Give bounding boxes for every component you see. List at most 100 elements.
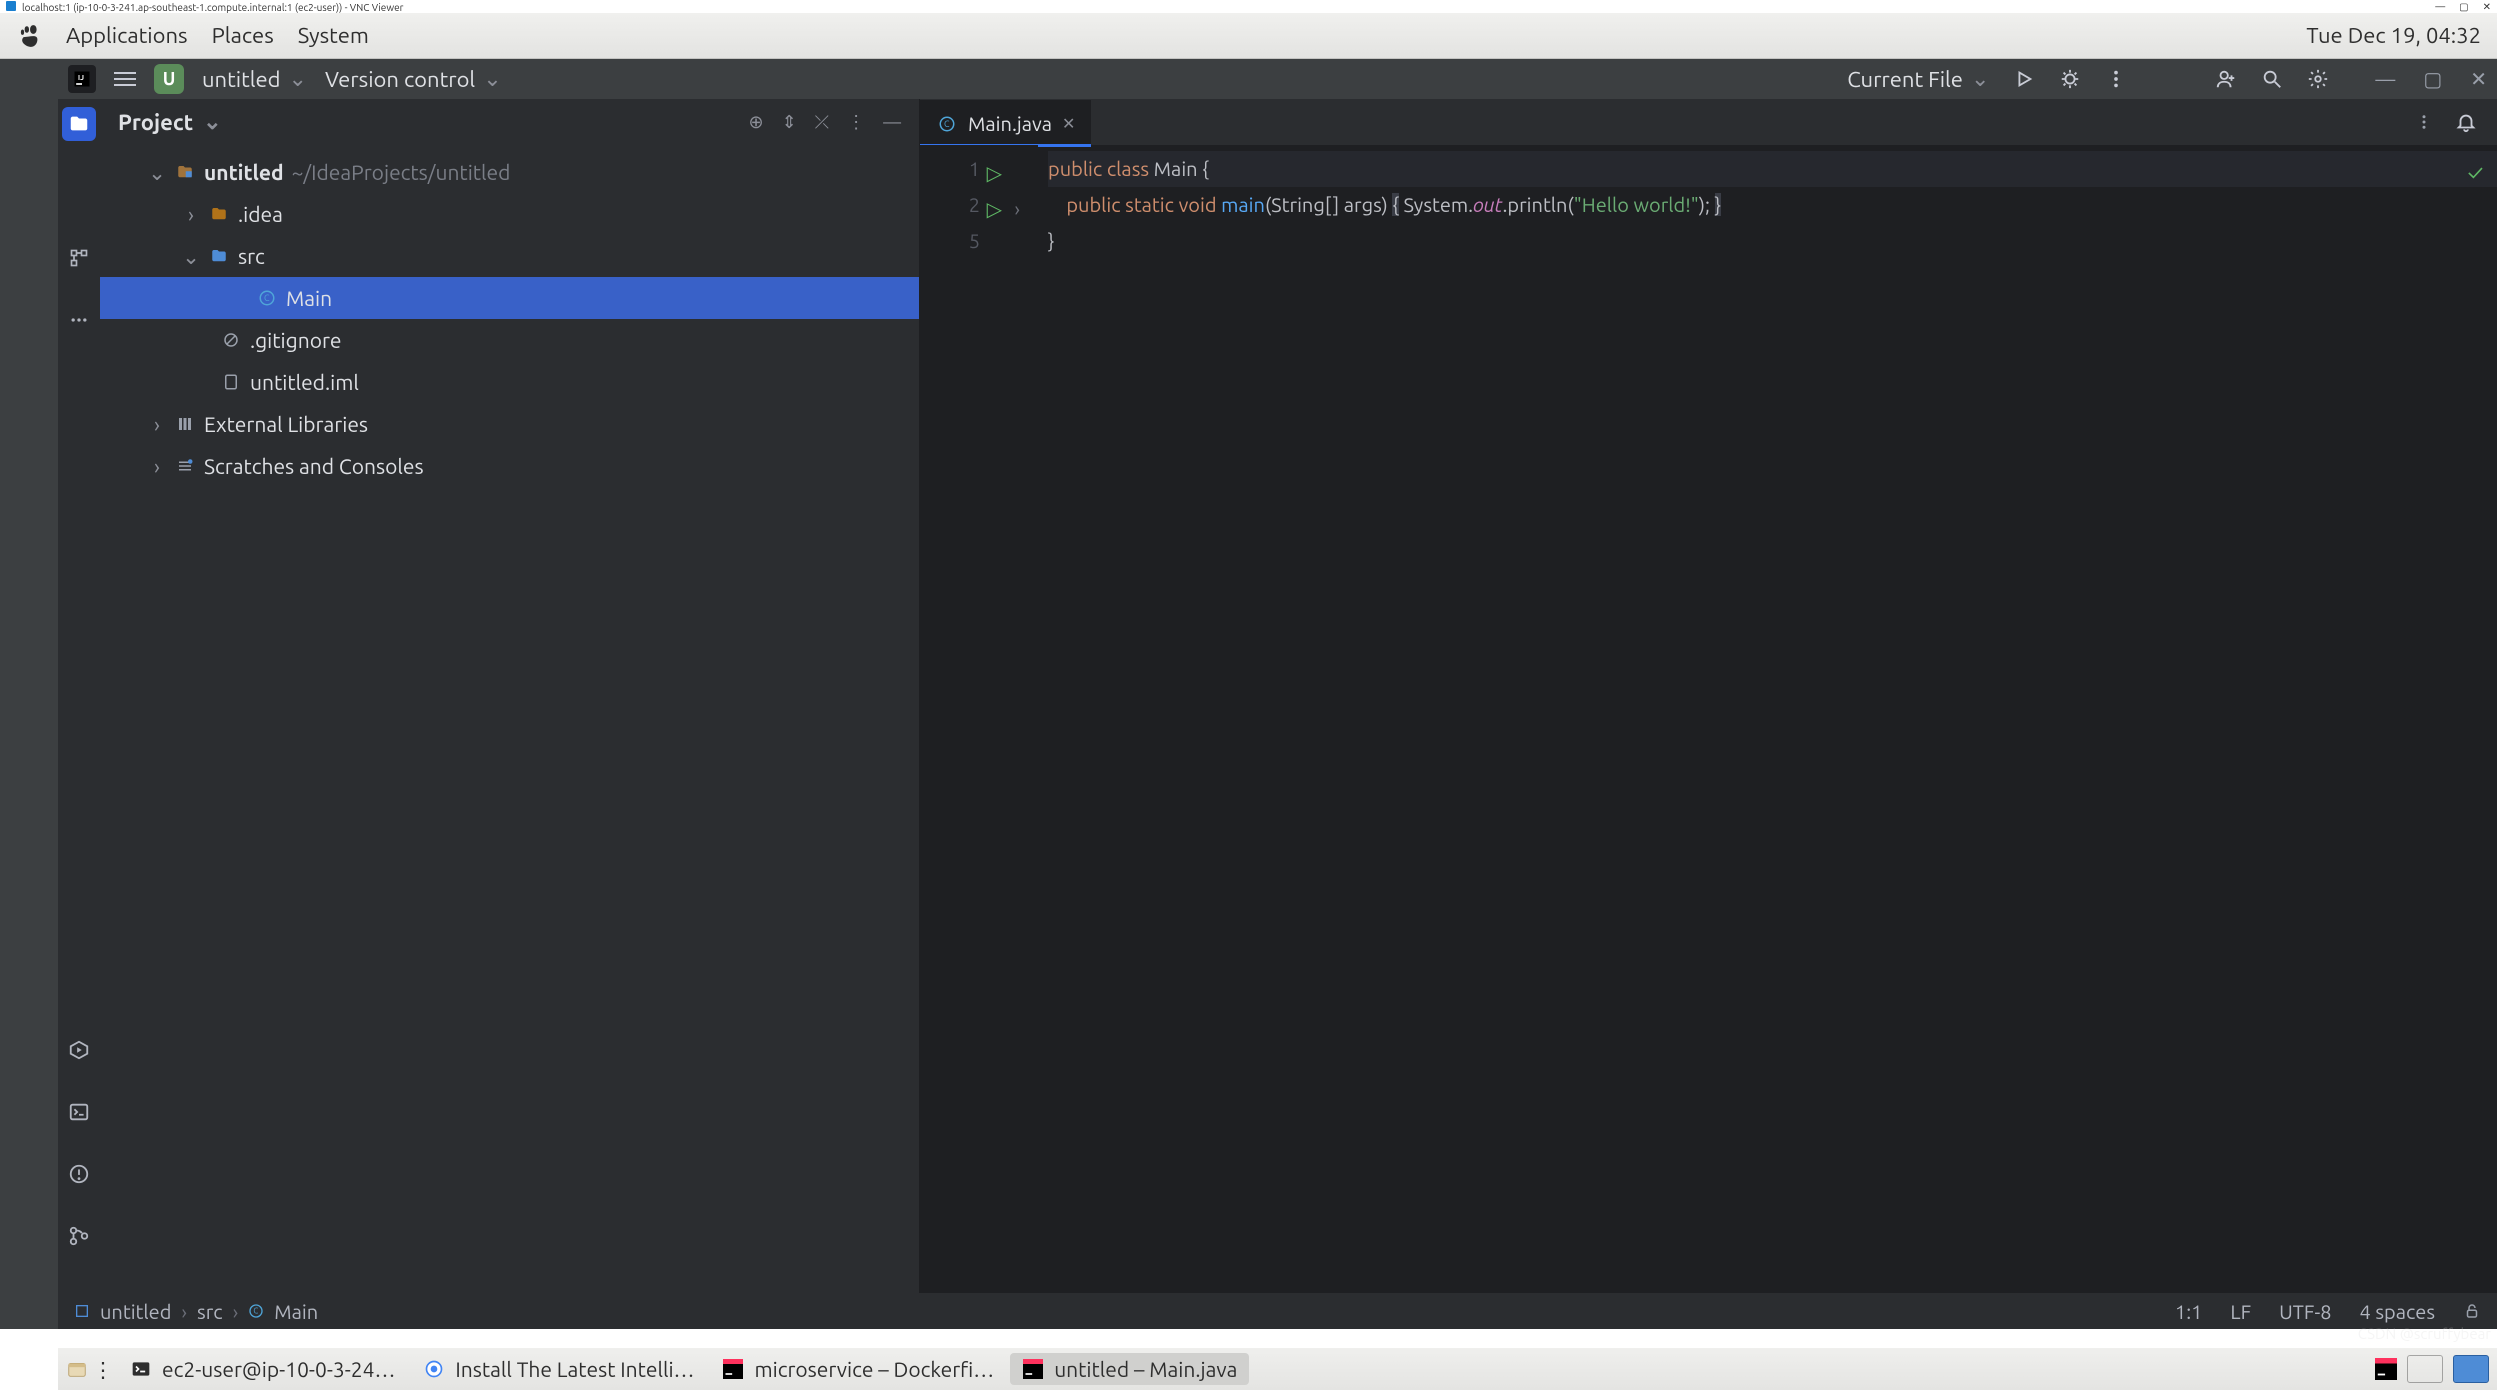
inspection-ok-icon[interactable]: ✓ xyxy=(2468,155,2483,191)
tree-item-src[interactable]: ⌄ src xyxy=(100,235,919,277)
project-panel-title: Project xyxy=(118,110,193,135)
terminal-tool-button[interactable] xyxy=(62,1095,96,1129)
window-maximize-icon[interactable]: ▢ xyxy=(2423,67,2442,91)
readonly-lock-icon[interactable] xyxy=(2463,1302,2481,1320)
window-minimize-icon[interactable]: — xyxy=(2375,67,2395,91)
vcs-dropdown[interactable]: Version control ⌄ xyxy=(325,66,502,92)
gnome-menu-applications[interactable]: Applications xyxy=(66,23,188,48)
tree-item-idea[interactable]: › .idea xyxy=(100,193,919,235)
workspace-2[interactable] xyxy=(2453,1355,2489,1383)
class-icon: C xyxy=(256,289,278,307)
project-view-dropdown[interactable]: Project ⌄ xyxy=(118,109,222,135)
hide-panel-icon[interactable]: — xyxy=(883,112,901,133)
gnome-clock[interactable]: Tue Dec 19, 04:32 xyxy=(2306,23,2481,48)
line-gutter[interactable]: 1▷ 2▷› 5 xyxy=(920,145,990,1293)
crumb[interactable]: untitled xyxy=(100,1300,171,1323)
more-tools-icon[interactable] xyxy=(62,303,96,337)
panel-options-icon[interactable]: ⋮ xyxy=(847,112,865,133)
editor-options-icon[interactable] xyxy=(2413,111,2435,133)
main-menu-icon[interactable] xyxy=(114,72,136,86)
system-tray xyxy=(2375,1355,2489,1383)
settings-icon[interactable] xyxy=(2307,68,2329,90)
chevron-right-icon[interactable]: › xyxy=(148,454,166,478)
taskbar-more-icon[interactable]: ⋮ xyxy=(92,1358,114,1380)
tab-main-java[interactable]: C Main.java ✕ xyxy=(920,100,1091,145)
gnome-top-bar: Applications Places System Tue Dec 19, 0… xyxy=(0,13,2497,59)
chevron-down-icon: ⌄ xyxy=(1971,66,1989,92)
task-label: ec2-user@ip-10-0-3-24… xyxy=(162,1357,395,1381)
gnome-menu-system[interactable]: System xyxy=(298,23,369,48)
file-icon xyxy=(220,373,242,391)
code-token: class xyxy=(1107,157,1149,180)
task-intellij-1[interactable]: microservice – Dockerfi… xyxy=(710,1353,1006,1385)
project-badge[interactable]: U xyxy=(154,64,184,94)
ide-titlebar: IJ U untitled ⌄ Version control ⌄ Curren… xyxy=(58,59,2497,99)
tree-item-scratches[interactable]: › Scratches and Consoles xyxy=(100,445,919,487)
task-label: microservice – Dockerfi… xyxy=(754,1357,994,1381)
locate-icon[interactable]: ⊕ xyxy=(748,112,763,133)
gnome-foot-icon xyxy=(16,23,42,49)
more-actions-icon[interactable] xyxy=(2105,68,2127,90)
notifications-icon[interactable] xyxy=(2455,111,2477,133)
code-token: { xyxy=(1392,193,1399,216)
chevron-right-icon[interactable]: › xyxy=(182,202,200,226)
watermark: CSDN @scruffybear xyxy=(2358,1325,2491,1342)
indent-config[interactable]: 4 spaces xyxy=(2360,1300,2435,1323)
line-separator[interactable]: LF xyxy=(2230,1300,2251,1323)
crumb[interactable]: src xyxy=(197,1300,223,1323)
intellij-logo-icon[interactable]: IJ xyxy=(68,65,96,93)
tree-label: External Libraries xyxy=(204,412,368,436)
tree-item-external-libs[interactable]: › External Libraries xyxy=(100,403,919,445)
search-icon[interactable] xyxy=(2261,68,2283,90)
tree-item-main[interactable]: C Main xyxy=(100,277,919,319)
expand-all-icon[interactable]: ⇕ xyxy=(782,112,797,133)
breadcrumb[interactable]: untitled › src › C Main xyxy=(74,1300,318,1323)
project-name-text: untitled xyxy=(202,67,281,92)
tree-label: Scratches and Consoles xyxy=(204,454,424,478)
problems-tool-button[interactable] xyxy=(62,1157,96,1191)
project-tree[interactable]: ⌄ untitled ~/IdeaProjects/untitled › .id… xyxy=(100,145,919,1293)
code-token: public xyxy=(1066,193,1120,216)
chevron-down-icon[interactable]: ⌄ xyxy=(148,160,166,185)
editor-area: C Main.java ✕ 1▷ 2▷› 5 xyxy=(920,99,2497,1293)
file-encoding[interactable]: UTF-8 xyxy=(2279,1300,2331,1323)
project-dropdown[interactable]: untitled ⌄ xyxy=(202,66,307,92)
code-token: out xyxy=(1473,193,1502,216)
services-tool-button[interactable] xyxy=(62,1033,96,1067)
task-chrome[interactable]: Install The Latest Intelli… xyxy=(411,1353,706,1385)
close-tab-icon[interactable]: ✕ xyxy=(1062,114,1075,133)
gnome-menu-places[interactable]: Places xyxy=(212,23,274,48)
library-icon xyxy=(174,415,196,433)
code-token: } xyxy=(1715,193,1722,216)
structure-tool-button[interactable] xyxy=(62,241,96,275)
tray-intellij-icon[interactable] xyxy=(2375,1358,2397,1380)
file-manager-icon[interactable] xyxy=(66,1358,88,1380)
chevron-right-icon: › xyxy=(181,1300,187,1323)
project-tool-button[interactable] xyxy=(62,107,96,141)
window-close-icon[interactable]: ✕ xyxy=(2470,67,2487,91)
caret-position[interactable]: 1:1 xyxy=(2175,1300,2202,1323)
workspace-1[interactable] xyxy=(2407,1355,2443,1383)
code-with-me-icon[interactable] xyxy=(2215,68,2237,90)
vnc-minimize-icon[interactable]: — xyxy=(2435,1,2445,13)
code-content[interactable]: public class Main { public static void m… xyxy=(1038,145,2497,1293)
vnc-maximize-icon[interactable]: ▢ xyxy=(2459,1,2468,13)
chrome-icon xyxy=(423,1358,445,1380)
chevron-right-icon[interactable]: › xyxy=(148,412,166,436)
chevron-down-icon[interactable]: ⌄ xyxy=(182,244,200,269)
run-icon[interactable] xyxy=(2013,68,2035,90)
code-editor[interactable]: 1▷ 2▷› 5 public class Main { public stat… xyxy=(920,145,2497,1293)
crumb[interactable]: Main xyxy=(274,1300,318,1323)
tree-root[interactable]: ⌄ untitled ~/IdeaProjects/untitled xyxy=(100,151,919,193)
run-config-dropdown[interactable]: Current File ⌄ xyxy=(1847,66,1989,92)
tree-item-gitignore[interactable]: .gitignore xyxy=(100,319,919,361)
task-label: Install The Latest Intelli… xyxy=(455,1357,694,1381)
task-intellij-2[interactable]: untitled – Main.java xyxy=(1010,1353,1249,1385)
vnc-close-icon[interactable]: ✕ xyxy=(2483,1,2491,13)
task-terminal[interactable]: ec2-user@ip-10-0-3-24… xyxy=(118,1353,407,1385)
collapse-all-icon[interactable]: ⤫ xyxy=(815,112,829,133)
debug-icon[interactable] xyxy=(2059,68,2081,90)
tree-item-iml[interactable]: untitled.iml xyxy=(100,361,919,403)
git-tool-button[interactable] xyxy=(62,1219,96,1253)
module-icon xyxy=(174,163,196,181)
